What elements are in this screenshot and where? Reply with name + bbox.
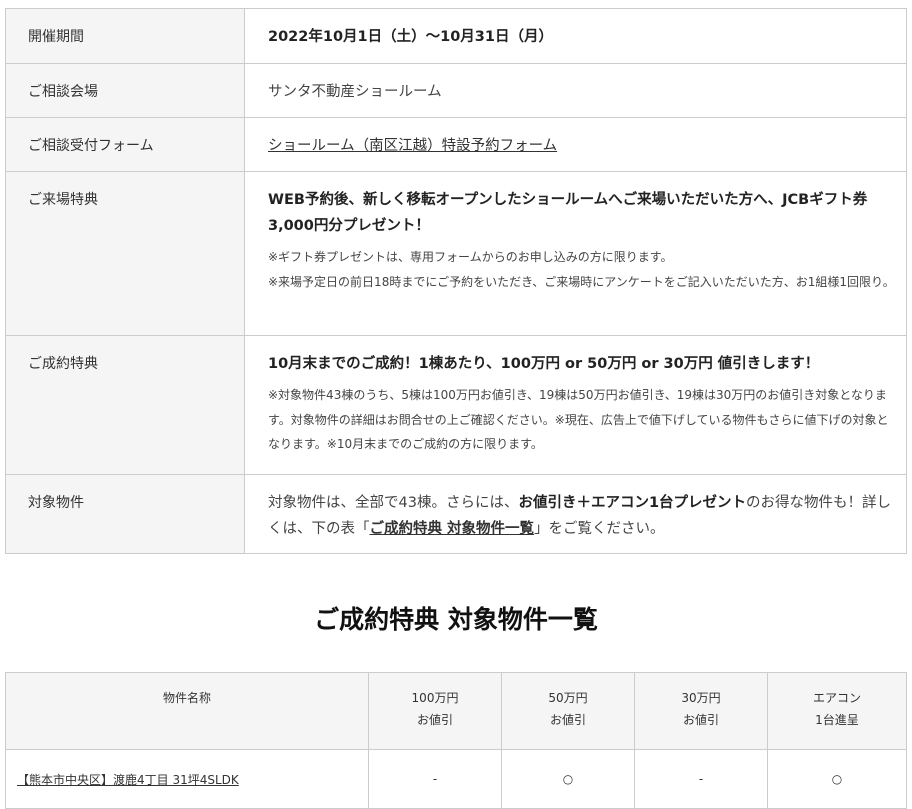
target-label: 対象物件 <box>5 474 245 554</box>
header-100man: 100万円 お値引 <box>368 672 502 750</box>
header-property-name: 物件名称 <box>5 672 369 750</box>
table-row: 【熊本市中央区】渡鹿4丁目 31坪4SLDK - ○ - ○ <box>5 749 907 809</box>
property-link[interactable]: 【熊本市中央区】渡鹿4丁目 31坪4SLDK <box>17 773 239 787</box>
header-50man: 50万円 お値引 <box>501 672 635 750</box>
period-cell: 2022年10月1日（土）～10月31日（月） <box>244 8 907 64</box>
visit-bonus-cell: WEB予約後、新しく移転オープンしたショールームへご来場いただいた方へ、JCBギ… <box>244 171 907 336</box>
cell-30man: - <box>634 749 768 809</box>
venue-value: サンタ不動産ショールーム <box>244 63 907 118</box>
visit-bonus-label: ご来場特典 <box>5 171 245 336</box>
event-info-table: 開催期間 2022年10月1日（土）～10月31日（月） ご相談会場 サンタ不動… <box>5 8 907 554</box>
target-text-3: 」をご覧ください。 <box>534 521 665 537</box>
visit-bonus-note-1: ※ギフト券プレゼントは、専用フォームからのお申し込みの方に限ります。 <box>268 250 673 264</box>
header-30man-line2: お値引 <box>682 713 719 727</box>
target-text-1: 対象物件は、全部で43棟。さらには、 <box>268 495 519 511</box>
target-emphasis: お値引き＋エアコン1台プレゼント <box>518 495 747 511</box>
header-100man-line1: 100万円 <box>411 691 459 705</box>
header-aircon-line2: 1台進呈 <box>815 713 859 727</box>
property-name-cell: 【熊本市中央区】渡鹿4丁目 31坪4SLDK <box>5 749 369 809</box>
venue-label: ご相談会場 <box>5 63 245 118</box>
cell-100man: - <box>368 749 502 809</box>
period-label: 開催期間 <box>5 8 245 64</box>
table-header-row: 物件名称 100万円 お値引 50万円 お値引 30万円 お値引 エアコン 1台… <box>5 672 907 750</box>
header-30man-line1: 30万円 <box>681 691 721 705</box>
contract-bonus-note: ※対象物件43棟のうち、5棟は100万円お値引き、19棟は50万円お値引き、19… <box>268 388 889 451</box>
period-value: 2022年10月1日（土）～10月31日（月） <box>268 29 553 45</box>
visit-bonus-main: WEB予約後、新しく移転オープンしたショールームへご来場いただいた方へ、JCBギ… <box>268 192 868 234</box>
cell-50man: ○ <box>501 749 635 809</box>
target-cell: 対象物件は、全部で43棟。さらには、お値引き＋エアコン1台プレゼントのお得な物件… <box>244 474 907 554</box>
contract-bonus-label: ご成約特典 <box>5 335 245 475</box>
header-50man-line1: 50万円 <box>548 691 588 705</box>
reservation-form-link[interactable]: ショールーム（南区江越）特設予約フォーム <box>268 138 557 154</box>
section-title: ご成約特典 対象物件一覧 <box>314 605 598 634</box>
header-aircon: エアコン 1台進呈 <box>767 672 907 750</box>
header-50man-line2: お値引 <box>549 713 586 727</box>
visit-bonus-note-2: ※来場予定日の前日18時までにご予約をいただき、ご来場時にアンケートをご記入いた… <box>268 274 895 289</box>
target-list-link[interactable]: ご成約特典 対象物件一覧 <box>370 521 535 537</box>
form-label: ご相談受付フォーム <box>5 117 245 172</box>
header-100man-line2: お値引 <box>416 713 453 727</box>
contract-bonus-main: 10月末までのご成約！1棟あたり、100万円 or 50万円 or 30万円 値… <box>268 356 820 372</box>
cell-aircon: ○ <box>767 749 907 809</box>
header-30man: 30万円 お値引 <box>634 672 768 750</box>
contract-bonus-cell: 10月末までのご成約！1棟あたり、100万円 or 50万円 or 30万円 値… <box>244 335 907 475</box>
header-aircon-line1: エアコン <box>812 691 861 705</box>
form-cell: ショールーム（南区江越）特設予約フォーム <box>244 117 907 172</box>
property-list-table: 物件名称 100万円 お値引 50万円 お値引 30万円 お値引 エアコン 1台… <box>5 672 907 809</box>
